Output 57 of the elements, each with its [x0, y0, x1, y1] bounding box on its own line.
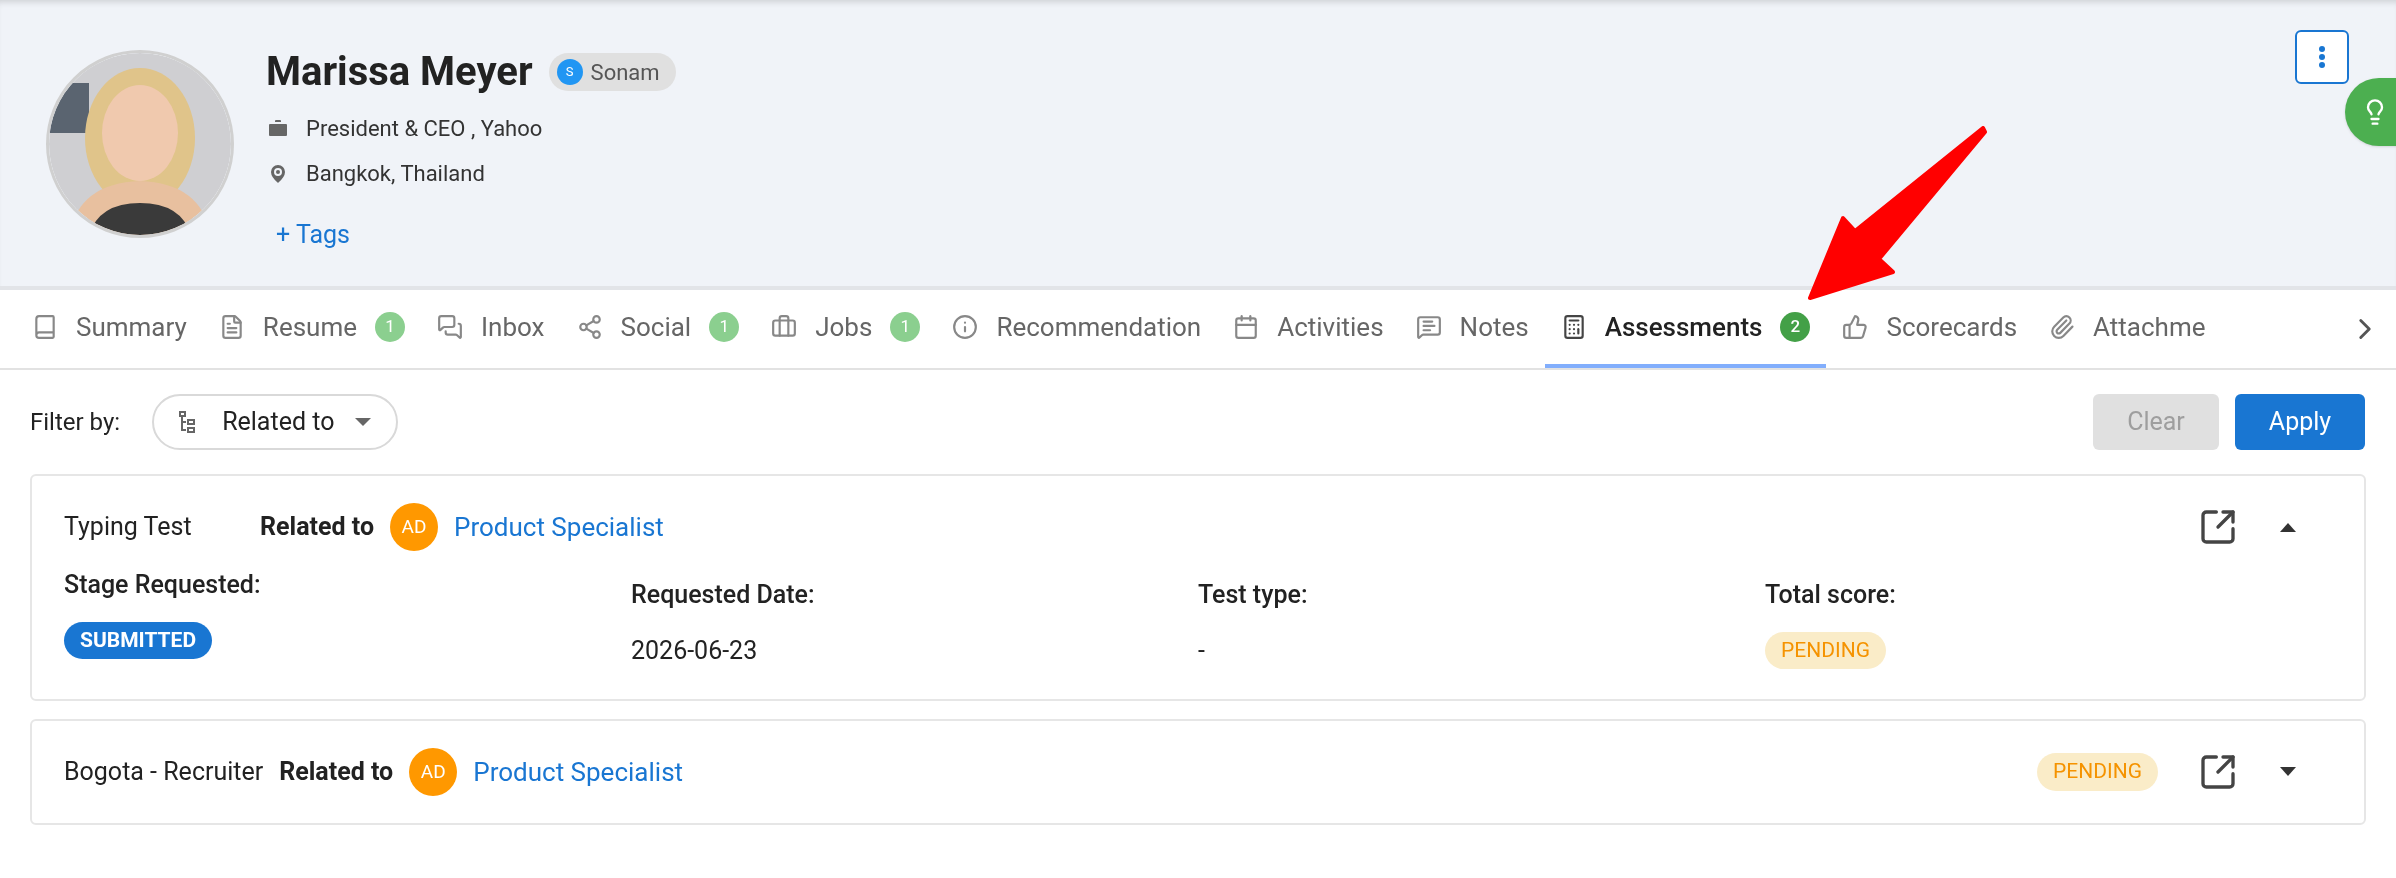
calendar-icon: [1233, 314, 1260, 340]
filter-label: Filter by:: [30, 407, 121, 438]
more-icon: [2319, 46, 2325, 68]
status-chip: SUBMITTED: [64, 621, 213, 659]
tab[interactable]: Jobs 1: [755, 290, 937, 368]
field-value: 2026-06-23: [631, 635, 758, 665]
assessment-title: Bogota - Recruiter: [64, 756, 264, 789]
field-label: Stage Requested:: [64, 569, 262, 601]
tab[interactable]: Scorecards: [1826, 290, 2034, 368]
candidate-name: Marissa Meyer: [266, 50, 533, 94]
count-badge: 2: [1780, 312, 1811, 342]
tab[interactable]: Summary: [16, 290, 203, 368]
caret-icon[interactable]: [2278, 766, 2298, 778]
briefcase-icon: [771, 314, 798, 340]
tab[interactable]: Recommendation: [936, 290, 1218, 368]
related-label: Related to: [279, 756, 394, 789]
owner-chip[interactable]: S Sonam: [548, 53, 676, 91]
open-external-icon[interactable]: [2198, 507, 2238, 547]
share-icon: [576, 314, 603, 340]
assessment-title: Typing Test: [64, 511, 193, 544]
avatar: AD: [390, 503, 438, 551]
count-badge: 1: [709, 312, 740, 342]
field-label: Requested Date:: [631, 579, 816, 611]
apply-button[interactable]: Apply: [2235, 394, 2365, 450]
caret-icon: [354, 417, 373, 427]
related-label: Related to: [260, 511, 374, 544]
status-chip: PENDING: [1765, 631, 1886, 669]
field-label: Test type:: [1198, 579, 1309, 611]
caret-icon[interactable]: [2278, 521, 2298, 533]
tab[interactable]: Social 1: [560, 290, 756, 368]
tab[interactable]: Assessments 2: [1544, 290, 1827, 368]
thumbs-icon: [1842, 314, 1869, 340]
tab[interactable]: Inbox: [421, 290, 561, 368]
job-link[interactable]: Product Specialist: [473, 752, 684, 792]
info-icon: [952, 314, 979, 340]
open-external-icon[interactable]: [2198, 752, 2238, 792]
paperclip-icon: [2049, 314, 2076, 340]
related-to-dropdown[interactable]: Related to: [152, 394, 399, 450]
count-badge: 1: [375, 312, 405, 342]
field-value: -: [1198, 635, 1205, 665]
tab[interactable]: Resume 1: [202, 290, 421, 368]
count-badge: 1: [890, 312, 921, 342]
tab[interactable]: Attachme: [2033, 290, 2222, 368]
add-tags-link[interactable]: + Tags: [276, 216, 676, 254]
tab[interactable]: Activities: [1217, 290, 1400, 368]
note-icon: [1415, 314, 1442, 340]
field-label: Total score:: [1765, 579, 1897, 611]
status-chip: PENDING: [2037, 753, 2158, 791]
location-text: Bangkok, Thailand: [306, 160, 485, 188]
avatar: AD: [409, 748, 458, 796]
chat-icon: [437, 314, 463, 340]
book-icon: [32, 314, 58, 340]
job-title: President & CEO , Yahoo: [306, 115, 543, 143]
tips-button[interactable]: [2345, 78, 2396, 146]
more-button[interactable]: [2295, 30, 2349, 84]
tab[interactable]: Notes: [1399, 290, 1545, 368]
job-link[interactable]: Product Specialist: [454, 507, 664, 547]
